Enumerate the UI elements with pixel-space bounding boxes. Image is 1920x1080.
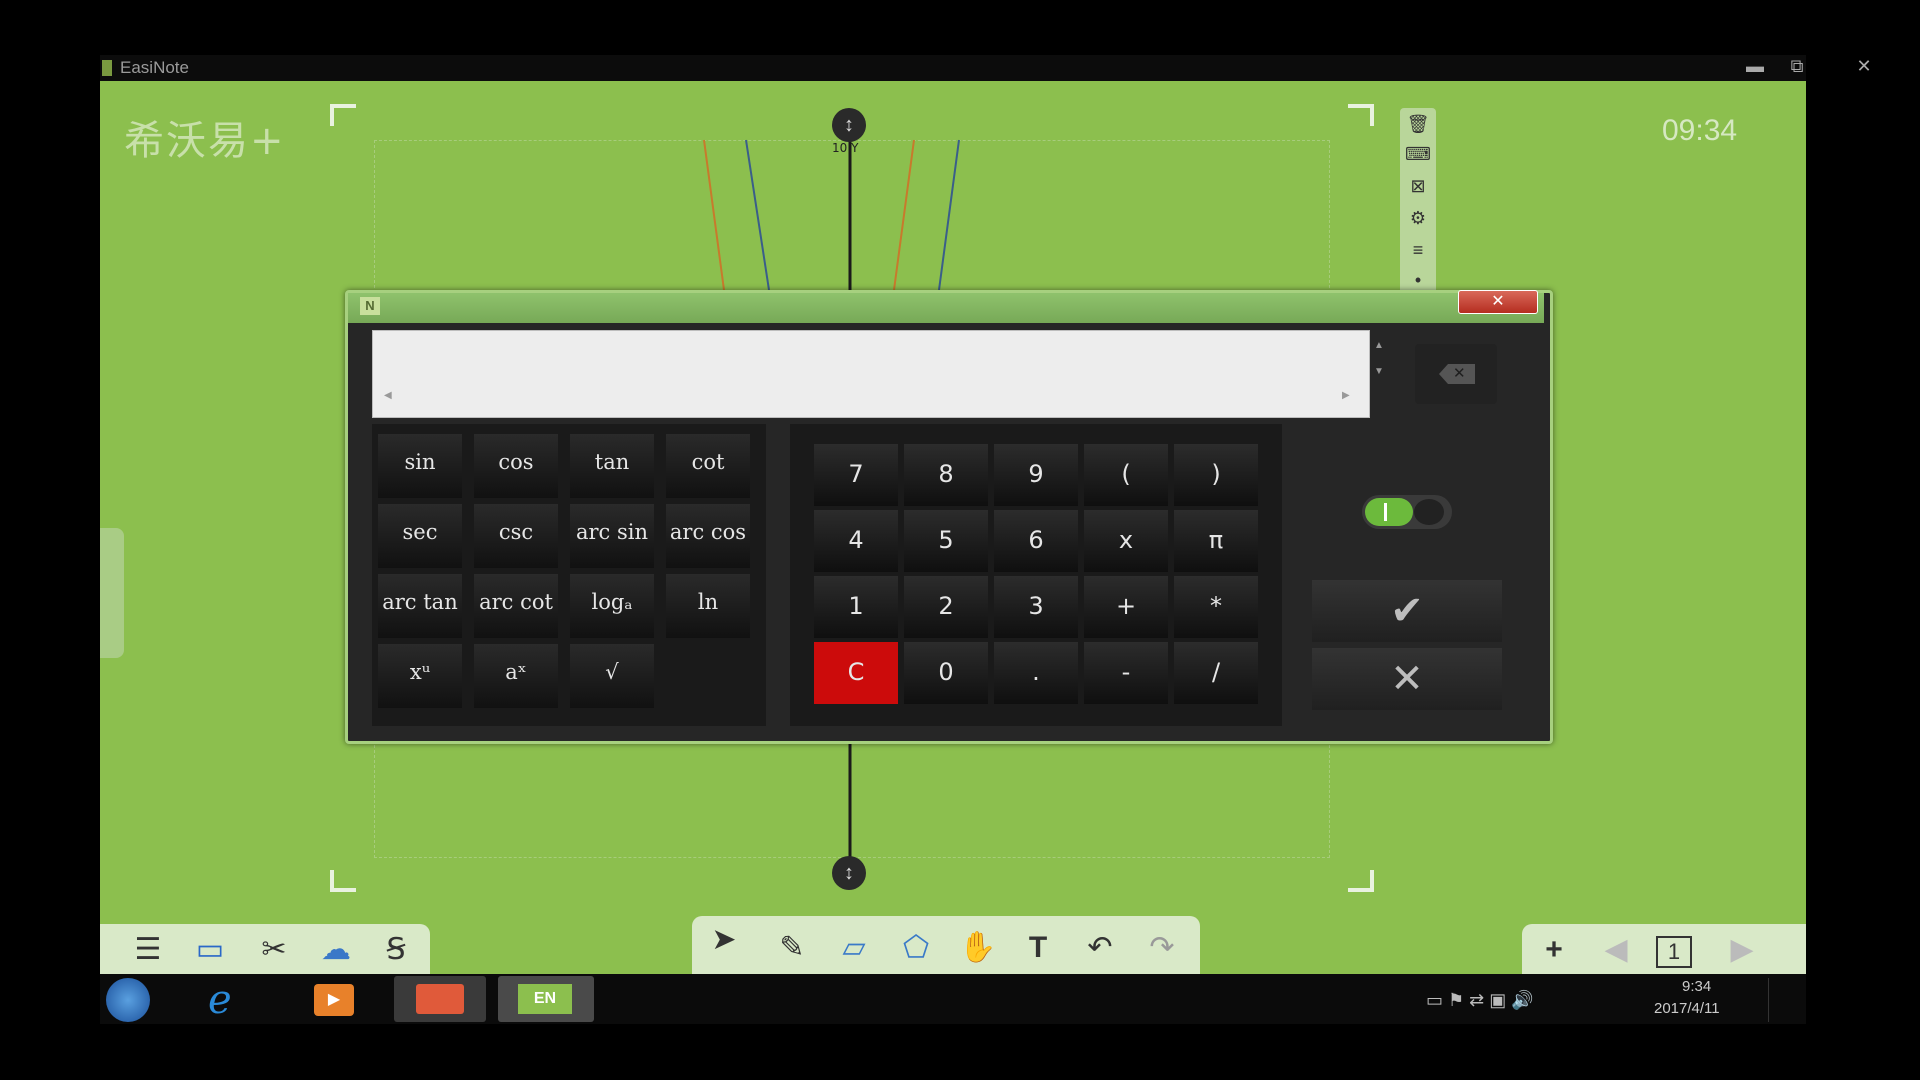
- key-2-4[interactable]: *: [1174, 576, 1258, 638]
- calculator-badge: N: [360, 297, 380, 315]
- backspace-button[interactable]: ✕: [1415, 344, 1497, 404]
- more-icon[interactable]: •: [1404, 268, 1432, 292]
- key-0-2[interactable]: 9: [994, 444, 1078, 506]
- undo-icon[interactable]: ↶: [1078, 928, 1122, 968]
- bottom-toolbar-middle: [692, 916, 1200, 974]
- fn-key-0-1[interactable]: cos: [474, 434, 558, 498]
- resize-handle-tr[interactable]: [1348, 104, 1374, 126]
- tray-date: 2017/4/11: [1654, 1000, 1720, 1017]
- shape-icon[interactable]: ⬠: [894, 928, 938, 968]
- pen-icon[interactable]: ✎: [770, 928, 814, 968]
- key-1-3[interactable]: x: [1084, 510, 1168, 572]
- tools-icon[interactable]: ✂: [252, 930, 296, 970]
- scroll-right-icon[interactable]: ▶: [1342, 390, 1350, 401]
- minimize-button[interactable]: ▬: [1736, 55, 1774, 77]
- resize-handle-tl[interactable]: [330, 104, 356, 126]
- backspace-icon: ✕: [1439, 364, 1475, 384]
- trash-icon[interactable]: 🗑: [1404, 112, 1432, 136]
- key-2-0[interactable]: 1: [814, 576, 898, 638]
- restore-button[interactable]: ⧉: [1778, 55, 1816, 77]
- cloud-icon[interactable]: ☁: [314, 930, 358, 970]
- redo-icon[interactable]: ↷: [1140, 928, 1184, 968]
- close-box-icon[interactable]: ⊠: [1404, 174, 1432, 198]
- fn-key-1-2[interactable]: arc sin: [570, 504, 654, 568]
- key-3-2[interactable]: .: [994, 642, 1078, 704]
- fn-key-2-1[interactable]: arc cot: [474, 574, 558, 638]
- taskbar: [100, 974, 1806, 1024]
- page-indicator[interactable]: 1: [1656, 936, 1692, 968]
- key-0-1[interactable]: 8: [904, 444, 988, 506]
- clear-button[interactable]: C: [814, 642, 898, 704]
- calculator-close-button[interactable]: ✕: [1458, 290, 1538, 314]
- key-0-4[interactable]: ): [1174, 444, 1258, 506]
- gear-icon[interactable]: ⚙: [1404, 206, 1432, 230]
- clock-display: 09:34: [1662, 114, 1738, 147]
- key-3-1[interactable]: 0: [904, 642, 988, 704]
- key-1-4[interactable]: π: [1174, 510, 1258, 572]
- key-0-0[interactable]: 7: [814, 444, 898, 506]
- key-2-3[interactable]: +: [1084, 576, 1168, 638]
- fn-key-0-2[interactable]: tan: [570, 434, 654, 498]
- key-2-1[interactable]: 2: [904, 576, 988, 638]
- fn-key-0-0[interactable]: sin: [378, 434, 462, 498]
- en-task-button[interactable]: EN: [498, 976, 594, 1022]
- app-icon: [102, 60, 112, 76]
- scroll-left-icon[interactable]: ◀: [384, 390, 392, 401]
- eraser-icon[interactable]: ▱: [832, 928, 876, 968]
- confirm-button[interactable]: ✔: [1312, 580, 1502, 642]
- cancel-button[interactable]: ✕: [1312, 648, 1502, 710]
- fn-key-1-1[interactable]: csc: [474, 504, 558, 568]
- fn-key-2-0[interactable]: arc tan: [378, 574, 462, 638]
- list-icon[interactable]: ≡: [1404, 238, 1432, 262]
- expression-input[interactable]: [378, 336, 1362, 388]
- scroll-down-icon[interactable]: ▼: [1374, 366, 1384, 377]
- mode-toggle[interactable]: [1362, 495, 1452, 529]
- side-drawer-tab[interactable]: [100, 528, 124, 658]
- window-close-button[interactable]: ✕: [1845, 55, 1883, 77]
- fn-key-2-2[interactable]: logₐ: [570, 574, 654, 638]
- keyboard-icon[interactable]: ⌨: [1404, 142, 1432, 166]
- en-icon: EN: [518, 984, 572, 1014]
- resize-handle-bl[interactable]: [330, 870, 356, 892]
- desktop-icon[interactable]: ▭: [188, 930, 232, 970]
- tray-icons[interactable]: ▭ ⚑ ⇄ ▣ 🔊: [1426, 990, 1534, 1011]
- hand-icon[interactable]: ✋: [956, 928, 1000, 968]
- brand-logo: 希沃易+: [124, 118, 286, 164]
- key-1-0[interactable]: 4: [814, 510, 898, 572]
- window-titlebar: EasiNote ▬ ⧉ ✕: [100, 55, 1872, 81]
- fn-key-2-3[interactable]: ln: [666, 574, 750, 638]
- next-page-icon[interactable]: ▶: [1720, 930, 1764, 970]
- resize-handle-br[interactable]: [1348, 870, 1374, 892]
- scroll-up-icon[interactable]: ▲: [1374, 340, 1384, 351]
- select-arrow-icon[interactable]: ➤: [702, 920, 746, 960]
- fn-key-3-0[interactable]: xᵘ: [378, 644, 462, 708]
- media-player-icon[interactable]: ▶: [314, 984, 354, 1016]
- text-mode-icon[interactable]: Ꞩ: [374, 930, 418, 970]
- start-orb[interactable]: [106, 978, 150, 1022]
- fn-key-3-2[interactable]: √: [570, 644, 654, 708]
- fn-key-3-1[interactable]: aˣ: [474, 644, 558, 708]
- tray-time: 9:34: [1682, 978, 1712, 995]
- menu-icon[interactable]: ☰: [126, 930, 170, 970]
- text-icon[interactable]: T: [1016, 928, 1060, 968]
- calculator-titlebar: [348, 293, 1544, 323]
- key-2-2[interactable]: 3: [994, 576, 1078, 638]
- window-title: EasiNote: [120, 58, 189, 77]
- fn-key-0-3[interactable]: cot: [666, 434, 750, 498]
- rotate-handle-bottom[interactable]: ↕: [832, 856, 866, 890]
- key-1-2[interactable]: 6: [994, 510, 1078, 572]
- add-page-button[interactable]: +: [1532, 930, 1576, 970]
- key-1-1[interactable]: 5: [904, 510, 988, 572]
- fn-key-1-3[interactable]: arc cos: [666, 504, 750, 568]
- show-desktop-button[interactable]: [1768, 978, 1803, 1022]
- key-3-3[interactable]: -: [1084, 642, 1168, 704]
- key-3-4[interactable]: /: [1174, 642, 1258, 704]
- y-axis-label: 10 Y: [832, 141, 859, 155]
- easinote-task-button[interactable]: [394, 976, 486, 1022]
- rotate-handle-top[interactable]: ↕: [832, 108, 866, 142]
- fn-key-1-0[interactable]: sec: [378, 504, 462, 568]
- prev-page-icon[interactable]: ◀: [1594, 930, 1638, 970]
- key-0-3[interactable]: (: [1084, 444, 1168, 506]
- ie-icon[interactable]: e: [208, 978, 254, 1022]
